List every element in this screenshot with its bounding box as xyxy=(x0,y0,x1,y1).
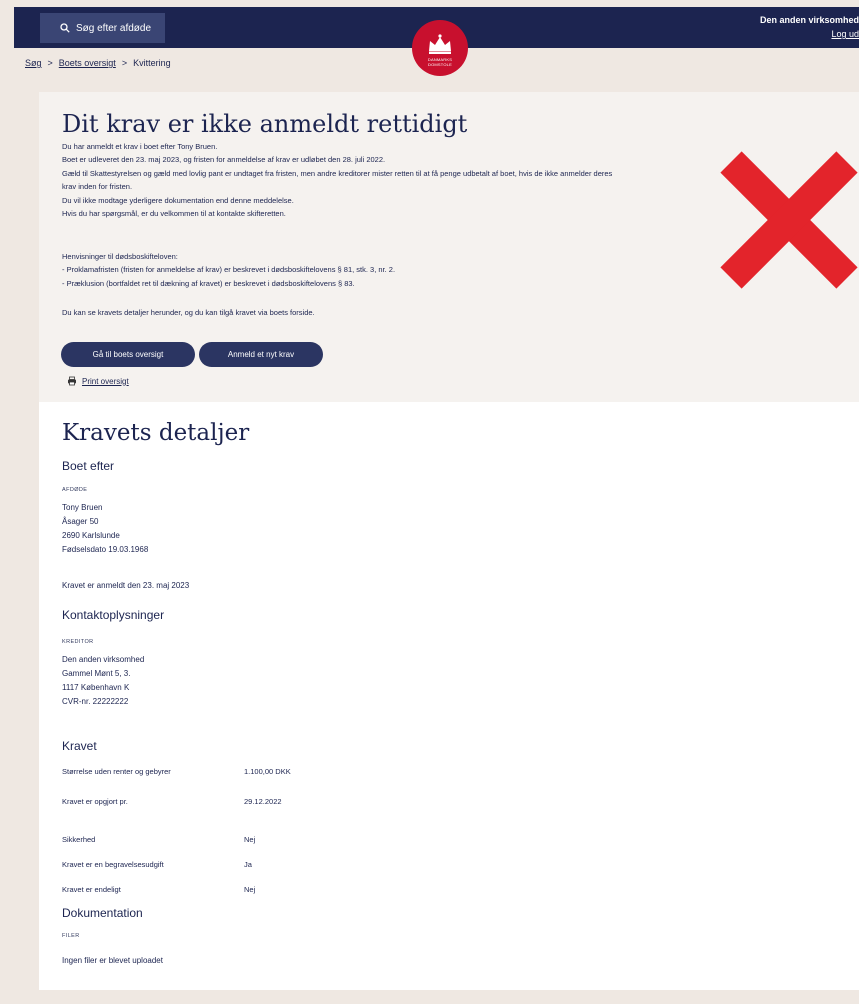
user-name: Den anden virksomhed xyxy=(759,15,859,25)
logo-text: DANMARKS DOMSTOLE xyxy=(427,57,453,67)
search-icon xyxy=(60,23,70,33)
claim-row-value: 29.12.2022 xyxy=(244,797,282,806)
claim-row-value: Nej xyxy=(244,885,256,894)
message-line: Du vil ikke modtage yderligere dokumenta… xyxy=(62,195,294,205)
go-to-estate-overview-button[interactable]: Gå til boets oversigt xyxy=(61,342,195,367)
closing-line: Du kan se kravets detaljer herunder, og … xyxy=(62,308,315,317)
files-caption: FILER xyxy=(62,933,80,939)
deceased-birthdate: Fødselsdato 19.03.1968 xyxy=(62,545,149,554)
claim-row-value: Nej xyxy=(244,835,256,844)
creditor-street: Gammel Mønt 5, 3. xyxy=(62,669,131,678)
claim-row-value: Ja xyxy=(244,860,252,869)
creditor-cvr: CVR-nr. 22222222 xyxy=(62,697,129,706)
claim-row-label: Kravet er en begravelsesudgift xyxy=(62,860,164,869)
creditor-caption: KREDITOR xyxy=(62,639,94,645)
closing-text: Du kan se kravets detaljer herunder, og … xyxy=(62,306,762,319)
search-label: Søg efter afdøde xyxy=(76,22,152,34)
claim-details-panel: Kravets detaljer Boet efter AFDØDE Tony … xyxy=(39,402,859,990)
creditor-city: 1117 København K xyxy=(62,683,130,692)
contact-heading: Kontaktoplysninger xyxy=(62,608,165,622)
creditor-info: Den anden virksomhed Gammel Mønt 5, 3. 1… xyxy=(62,653,144,709)
no-files-text: Ingen filer er blevet uploadet xyxy=(62,956,163,965)
reference-line: - Præklusion (bortfaldet ret til dækning… xyxy=(62,278,355,288)
breadcrumb-separator: > xyxy=(121,58,128,68)
breadcrumb-search[interactable]: Søg xyxy=(25,58,42,68)
logout-link[interactable]: Log ud xyxy=(739,27,859,41)
deceased-street: Åsager 50 xyxy=(62,517,99,526)
breadcrumb-separator: > xyxy=(47,58,53,68)
breadcrumb: Søg > Boets oversigt > Kvittering xyxy=(25,58,171,68)
deceased-caption: AFDØDE xyxy=(62,487,88,493)
claim-filed-date: Kravet er anmeldt den 23. maj 2023 xyxy=(62,581,190,590)
page-title: Dit krav er ikke anmeldt rettidigt xyxy=(62,110,468,138)
deceased-city: 2690 Karlslunde xyxy=(62,531,120,540)
print-overview-link[interactable]: Print oversigt xyxy=(67,376,129,386)
law-references: Henvisninger til dødsboskifteloven: - Pr… xyxy=(62,250,762,290)
printer-icon xyxy=(68,376,76,386)
message-line: Hvis du har spørgsmål, er du velkommen t… xyxy=(62,209,286,219)
claim-row-label: Sikkerhed xyxy=(62,835,96,844)
user-box: Den anden virksomhed Log ud xyxy=(739,13,859,41)
deceased-info: Tony Bruen Åsager 50 2690 Karlslunde Fød… xyxy=(62,501,148,557)
breadcrumb-current: Kvittering xyxy=(133,58,171,68)
message-line: Boet er udleveret den 23. maj 2023, og f… xyxy=(62,155,386,165)
message-line: krav inden for fristen. xyxy=(62,182,133,192)
details-title: Kravets detaljer xyxy=(62,420,250,446)
reference-line: - Proklamafristen (fristen for anmeldels… xyxy=(62,265,396,275)
domstole-logo[interactable]: DANMARKS DOMSTOLE xyxy=(412,20,468,76)
references-heading: Henvisninger til dødsboskifteloven: xyxy=(62,252,178,261)
estate-heading: Boet efter xyxy=(62,459,115,473)
receipt-panel: Dit krav er ikke anmeldt rettidigt Du ha… xyxy=(39,92,859,402)
documentation-heading: Dokumentation xyxy=(62,906,143,920)
print-overview-label: Print oversigt xyxy=(82,376,129,386)
file-new-claim-button[interactable]: Anmeld et nyt krav xyxy=(199,342,323,367)
message-line: Du har anmeldt et krav i boet efter Tony… xyxy=(62,142,218,151)
receipt-message: Du har anmeldt et krav i boet efter Tony… xyxy=(62,140,762,220)
crown-icon xyxy=(429,34,451,54)
creditor-name: Den anden virksomhed xyxy=(62,655,145,664)
claim-row-label: Kravet er endeligt xyxy=(62,885,121,894)
claim-row-label: Størrelse uden renter og gebyrer xyxy=(62,767,171,776)
claim-row-value: 1.100,00 DKK xyxy=(244,767,291,776)
search-deceased-button[interactable]: Søg efter afdøde xyxy=(40,13,165,43)
breadcrumb-estate-overview[interactable]: Boets oversigt xyxy=(59,58,116,68)
error-x-icon xyxy=(720,151,858,289)
message-line: Gæld til Skattestyrelsen og gæld med lov… xyxy=(62,168,613,178)
claim-row-label: Kravet er opgjort pr. xyxy=(62,797,128,806)
claim-heading: Kravet xyxy=(62,739,97,753)
deceased-name: Tony Bruen xyxy=(62,503,103,512)
